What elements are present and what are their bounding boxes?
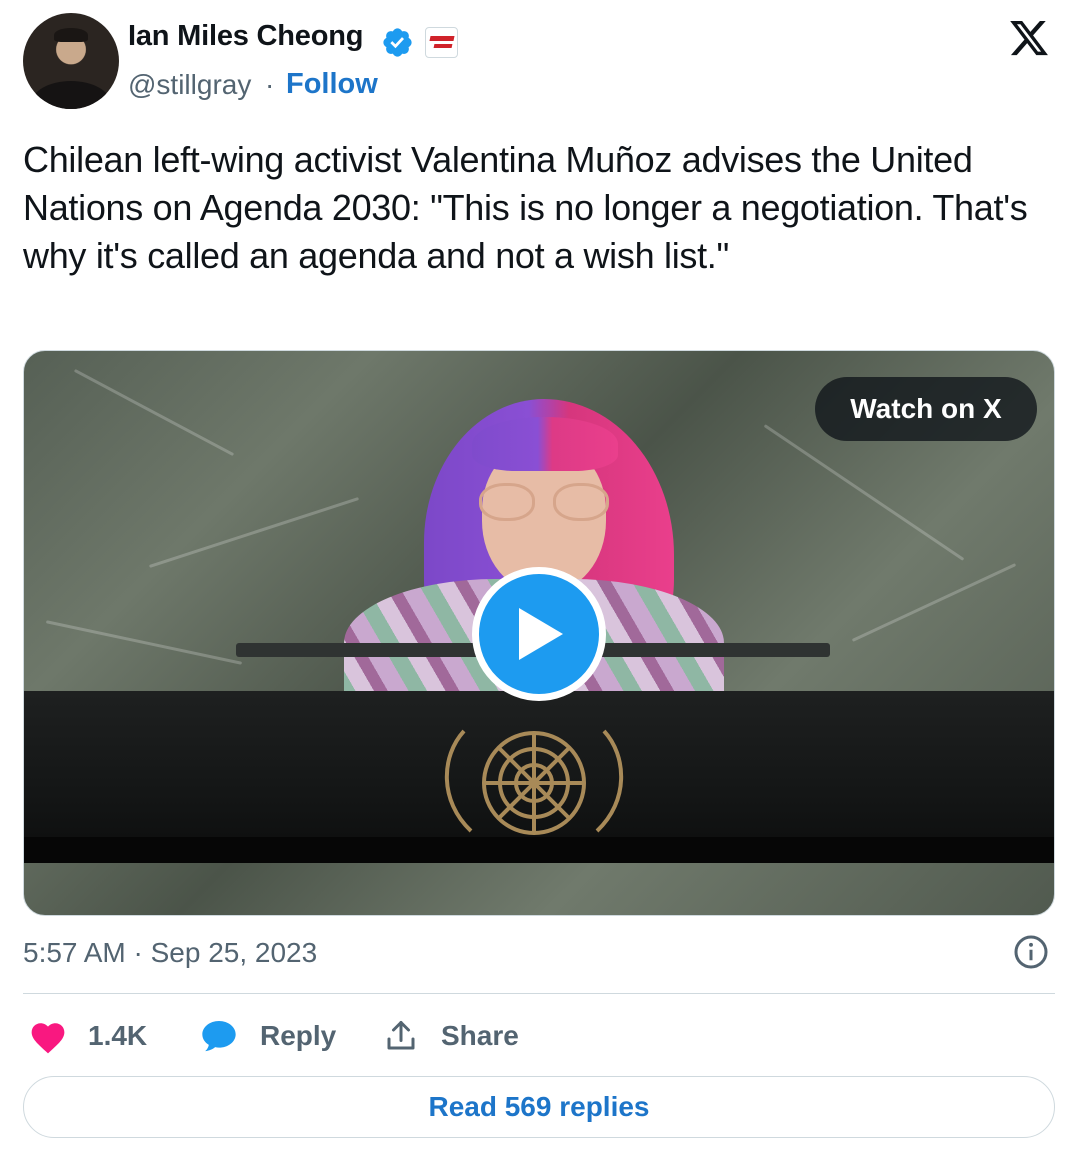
like-button[interactable]: 1.4K [28,1010,147,1062]
share-icon [387,1021,415,1050]
watch-on-x-button[interactable]: Watch on X [815,377,1037,441]
marble-vein [851,563,1017,642]
marble-vein [148,497,360,568]
follow-button[interactable]: Follow [286,68,378,101]
author-name[interactable]: Ian Miles Cheong [128,20,363,53]
share-button[interactable]: Share [383,1010,519,1062]
x-logo-icon[interactable] [1006,17,1052,59]
badge-stripe [429,36,455,41]
marble-vein [763,424,965,561]
affiliate-badge-icon[interactable] [425,27,458,58]
heart-icon [31,1023,65,1054]
reply-bubble-icon [202,1021,236,1052]
un-emblem-icon [444,729,624,835]
share-label: Share [441,1020,519,1051]
avatar-hair [54,28,88,42]
play-icon [519,608,563,660]
marble-vein [45,620,243,665]
glasses-lens [479,483,535,521]
read-replies-button[interactable]: Read 569 replies [23,1076,1055,1138]
author-handle[interactable]: @stillgray [128,69,251,101]
play-button[interactable] [472,567,606,701]
avatar-shoulders [31,81,111,109]
tweet-text: Chilean left-wing activist Valentina Muñ… [23,139,1028,276]
avatar[interactable] [23,13,119,109]
badge-stripe [433,44,453,48]
speaker-bangs [472,417,618,471]
reply-button[interactable]: Reply [199,1010,336,1062]
separator-dot: · [265,69,275,100]
marble-vein [73,368,235,457]
divider [23,993,1055,994]
tweet-timestamp[interactable]: 5:57 AM · Sep 25, 2023 [23,937,317,969]
speaker-glasses [479,483,609,523]
glasses-lens [553,483,609,521]
reply-label: Reply [260,1020,337,1051]
info-icon[interactable] [1013,934,1049,970]
verified-badge-icon [383,28,412,57]
podium-edge [24,837,1054,863]
like-count: 1.4K [88,1020,148,1051]
video-player[interactable]: Watch on X [23,350,1055,916]
